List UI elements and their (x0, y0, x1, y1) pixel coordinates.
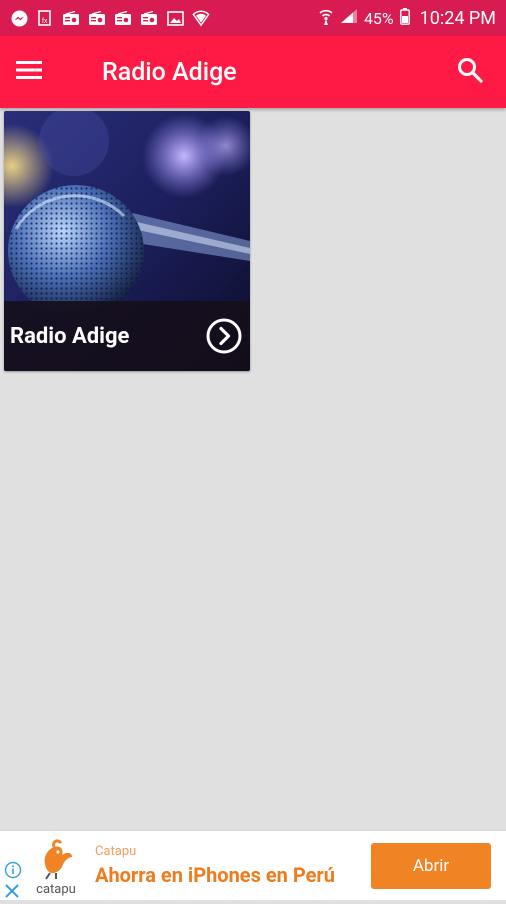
search-icon (457, 57, 483, 87)
messenger-icon (10, 10, 28, 26)
radio-icon: fx (36, 10, 54, 26)
search-button[interactable] (450, 52, 490, 92)
ad-open-button[interactable]: Abrir (371, 843, 491, 889)
clock: 10:24 PM (419, 7, 496, 29)
shield-icon (192, 10, 210, 27)
station-name: Radio Adige (10, 323, 130, 349)
close-icon[interactable] (3, 882, 21, 900)
image-icon (166, 10, 184, 26)
status-bar: fx 45% 10:24 PM (0, 0, 506, 36)
system-status: 45% 10:24 PM (318, 7, 496, 29)
ad-headline[interactable]: Ahorra en iPhones en Perú (95, 863, 335, 887)
battery-icon (399, 7, 410, 29)
radio-icon (140, 10, 158, 26)
battery-percent: 45% (363, 8, 394, 28)
ad-info-icon[interactable] (4, 861, 22, 879)
notification-icons: fx (10, 10, 210, 27)
radio-icon (88, 10, 106, 26)
ad-banner[interactable]: catapu Catapu Ahorra en iPhones en Perú … (0, 830, 506, 900)
bird-logo-icon (44, 839, 72, 880)
station-card-footer: Radio Adige (4, 301, 250, 371)
advertiser-logo-text: catapu (36, 882, 76, 897)
app-title: Radio Adige (102, 57, 237, 87)
signal-icon (340, 8, 358, 28)
svg-text:fx: fx (42, 18, 48, 25)
menu-button[interactable] (16, 48, 64, 96)
advertiser-logo: catapu (28, 837, 84, 897)
radio-icon (62, 10, 80, 26)
radio-icon (114, 10, 132, 26)
wifi-hotspot-icon (318, 7, 334, 29)
chevron-right-circle-icon[interactable] (206, 318, 242, 354)
app-bar: Radio Adige (0, 36, 506, 108)
ad-brand: Catapu (95, 844, 137, 859)
hamburger-menu-icon (16, 60, 44, 84)
station-card[interactable]: Radio Adige (4, 111, 250, 371)
